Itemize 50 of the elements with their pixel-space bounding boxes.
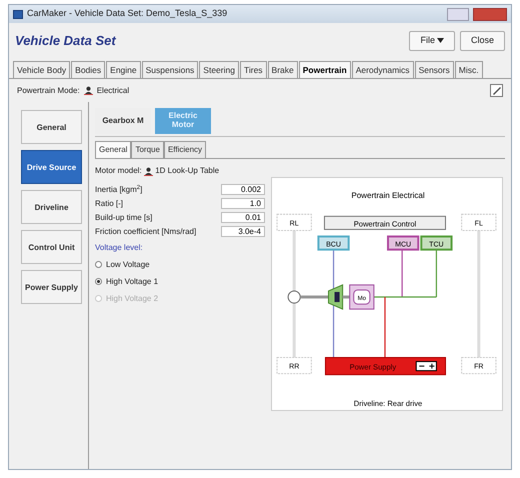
radio-label: High Voltage 1 xyxy=(106,276,158,288)
app-icon xyxy=(13,10,23,18)
radio-button[interactable] xyxy=(95,278,102,286)
motor-model-value: 1D Look-Up Table xyxy=(155,165,220,178)
field-label: Ratio [-] xyxy=(95,198,124,210)
sidebar-item[interactable]: Drive Source xyxy=(21,150,82,184)
field-label: Inertia [kgm$^{2}$] xyxy=(95,184,142,196)
tab[interactable]: General xyxy=(95,141,132,158)
battery-icon xyxy=(416,361,437,372)
tab[interactable]: Tires xyxy=(240,60,267,78)
tab[interactable]: Misc. xyxy=(454,60,483,78)
radio-button[interactable] xyxy=(95,261,102,268)
tab[interactable]: Vehicle Body xyxy=(13,60,70,78)
file-menu-button[interactable]: File xyxy=(409,31,456,50)
radio-label: High Voltage 2 xyxy=(106,292,158,305)
tab[interactable]: Powertrain xyxy=(298,60,351,78)
tab[interactable]: Brake xyxy=(268,60,298,78)
voltage-level-label: Voltage level: xyxy=(95,242,144,254)
input-field[interactable]: 1.0 xyxy=(221,198,265,210)
tab[interactable]: Engine xyxy=(106,60,141,78)
close-button[interactable] xyxy=(473,8,507,20)
tab[interactable]: Sensors xyxy=(414,60,454,78)
sidebar-item[interactable]: Control Unit xyxy=(21,230,82,264)
mode-label: Powertrain Mode: xyxy=(17,84,80,97)
input-field[interactable]: 0.01 xyxy=(221,212,265,224)
window-title: CarMaker - Vehicle Data Set: Demo_Tesla_S_339 xyxy=(27,7,228,20)
page-title: Vehicle Data Set xyxy=(15,32,116,50)
user-icon[interactable] xyxy=(84,86,93,96)
field-label: Friction coefficient [Nms/rad] xyxy=(95,226,196,238)
caret-icon xyxy=(437,38,444,44)
input-field[interactable]: 0.002 xyxy=(221,184,265,196)
tab[interactable]: Suspensions xyxy=(142,60,198,78)
shaft-drawing xyxy=(288,284,350,310)
diagram-title: Powertrain Electrical xyxy=(351,191,425,200)
sidebar-item[interactable]: Power Supply xyxy=(21,270,82,304)
mode-value: Electrical xyxy=(96,84,130,97)
sidebar-item[interactable]: Driveline xyxy=(21,190,82,224)
close-button[interactable]: Close xyxy=(460,31,505,50)
field-label: Build-up time [s] xyxy=(95,212,152,224)
user-icon[interactable] xyxy=(144,166,153,176)
radio-label: Low Voltage xyxy=(106,258,150,271)
tab[interactable]: Efficiency xyxy=(164,141,206,158)
tab[interactable]: Aerodynamics xyxy=(352,60,414,78)
edit-icon[interactable] xyxy=(490,84,503,98)
input-field[interactable]: 3.0e-4 xyxy=(221,226,265,238)
tab[interactable]: Bodies xyxy=(71,60,106,78)
tab[interactable]: Torque xyxy=(131,141,164,158)
motor-model-label: Motor model: xyxy=(95,165,142,178)
tab[interactable]: Steering xyxy=(199,60,239,78)
sidebar-item[interactable]: General xyxy=(21,110,82,144)
